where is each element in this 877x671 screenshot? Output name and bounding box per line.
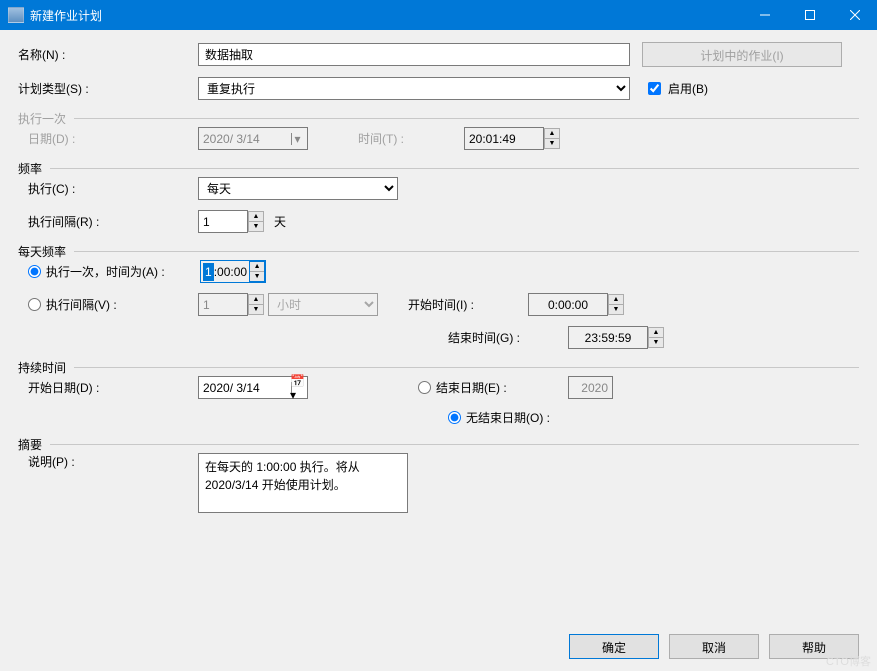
minimize-button[interactable] bbox=[742, 0, 787, 30]
ok-button[interactable]: 确定 bbox=[569, 634, 659, 659]
once-time-spinner: ▲▼ bbox=[544, 128, 560, 149]
summary-section-label: 摘要 bbox=[18, 436, 859, 453]
freq-exec-label: 执行(C) : bbox=[28, 180, 198, 197]
window-title: 新建作业计划 bbox=[30, 7, 742, 24]
scheduled-jobs-button: 计划中的作业(I) bbox=[642, 42, 842, 67]
freq-interval-label: 执行间隔(R) : bbox=[28, 213, 198, 230]
cancel-button[interactable]: 取消 bbox=[669, 634, 759, 659]
once-time-label: 时间(T) : bbox=[358, 130, 404, 147]
freq-section-label: 频率 bbox=[18, 160, 859, 177]
name-label: 名称(N) : bbox=[18, 46, 198, 63]
daily-interval-input: 1 bbox=[198, 293, 248, 316]
enable-checkbox[interactable]: 启用(B) bbox=[644, 79, 708, 98]
calendar-icon[interactable]: 📅▾ bbox=[291, 382, 303, 394]
daily-once-time-input[interactable]: 1:00:00 ▲▼ bbox=[200, 260, 266, 283]
freq-interval-unit: 天 bbox=[274, 213, 286, 230]
daily-section-label: 每天频率 bbox=[18, 243, 859, 260]
daily-once-time-spinner[interactable]: ▲▼ bbox=[249, 261, 265, 282]
watermark: CTO博客 bbox=[826, 653, 871, 669]
duration-start-picker[interactable]: 2020/ 3/14 📅▾ bbox=[198, 376, 308, 399]
daily-interval-unit-select: 小时 bbox=[268, 293, 378, 316]
duration-enddate-radio[interactable]: 结束日期(E) : bbox=[418, 379, 568, 396]
type-label: 计划类型(S) : bbox=[18, 80, 198, 97]
summary-desc-text[interactable] bbox=[198, 453, 408, 513]
daily-interval-spinner: ▲▼ bbox=[248, 294, 264, 315]
chevron-down-icon: ▾ bbox=[291, 133, 303, 145]
enable-label: 启用(B) bbox=[668, 80, 708, 97]
maximize-button[interactable] bbox=[787, 0, 832, 30]
duration-noend-radio[interactable]: 无结束日期(O) : bbox=[448, 409, 550, 426]
summary-desc-label: 说明(P) : bbox=[28, 453, 198, 470]
once-date-picker: 2020/ 3/14 ▾ bbox=[198, 127, 308, 150]
close-button[interactable] bbox=[832, 0, 877, 30]
daily-end-label: 结束时间(G) : bbox=[448, 329, 568, 346]
titlebar: 新建作业计划 bbox=[0, 0, 877, 30]
once-time-input: 20:01:49 bbox=[464, 127, 544, 150]
once-section-label: 执行一次 bbox=[18, 110, 859, 127]
duration-start-label: 开始日期(D) : bbox=[28, 379, 198, 396]
freq-exec-select[interactable]: 每天 bbox=[198, 177, 398, 200]
daily-start-label: 开始时间(I) : bbox=[408, 296, 528, 313]
app-icon bbox=[8, 7, 24, 23]
daily-start-time: 0:00:00 bbox=[528, 293, 608, 316]
daily-end-spinner: ▲▼ bbox=[648, 327, 664, 348]
freq-interval-spinner[interactable]: ▲▼ bbox=[248, 211, 264, 232]
daily-start-spinner: ▲▼ bbox=[608, 294, 624, 315]
type-select[interactable]: 重复执行 bbox=[198, 77, 630, 100]
duration-section-label: 持续时间 bbox=[18, 359, 859, 376]
daily-once-radio[interactable]: 执行一次，时间为(A) : bbox=[28, 263, 200, 280]
enable-checkbox-input[interactable] bbox=[648, 82, 661, 95]
once-date-label: 日期(D) : bbox=[28, 130, 198, 147]
daily-interval-radio[interactable]: 执行间隔(V) : bbox=[28, 296, 198, 313]
daily-end-time: 23:59:59 bbox=[568, 326, 648, 349]
freq-interval-input[interactable]: 1 bbox=[198, 210, 248, 233]
duration-end-year: 2020 bbox=[568, 376, 613, 399]
name-input[interactable] bbox=[198, 43, 630, 66]
